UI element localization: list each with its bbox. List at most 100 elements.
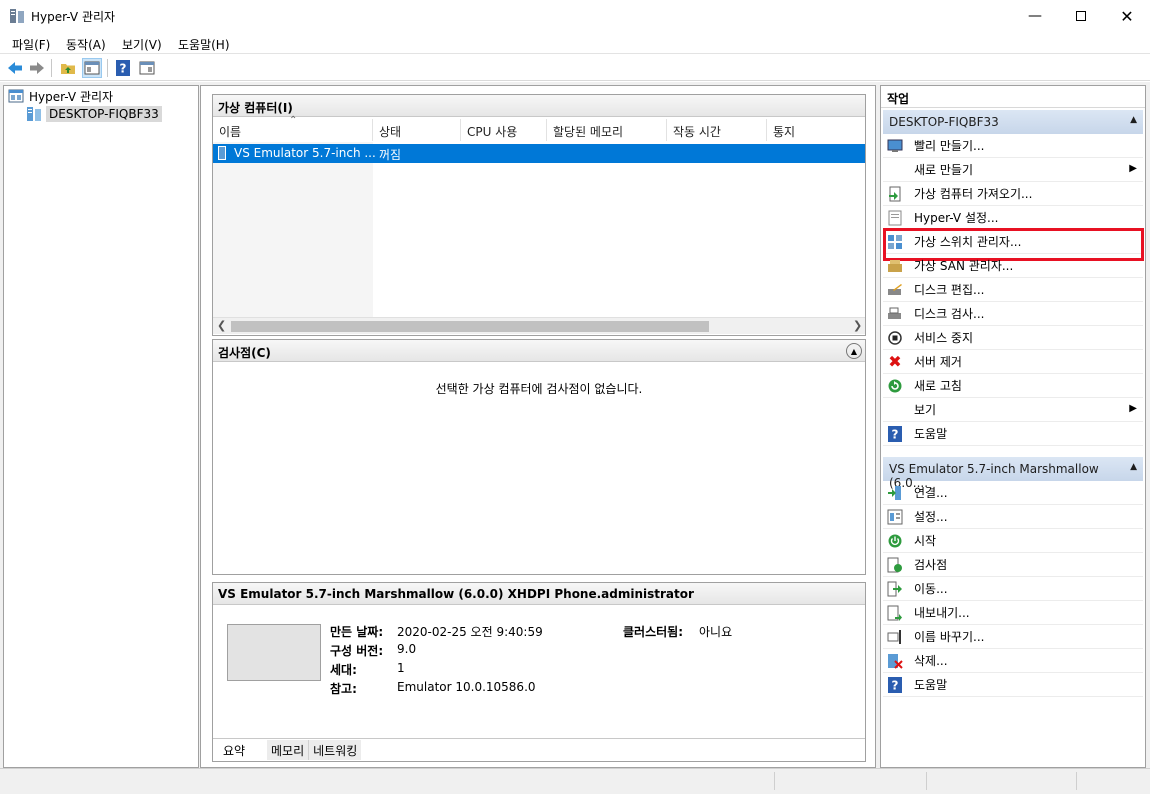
remove-server-icon: ✖ [888, 352, 902, 371]
action-hyperv-settings[interactable]: Hyper-V 설정... [883, 206, 1143, 230]
settings-icon [887, 210, 903, 226]
help-icon: ? [116, 60, 130, 76]
tree-host-label: DESKTOP-FIQBF33 [46, 106, 162, 122]
menu-file[interactable]: 파일(F) [12, 36, 50, 53]
action-label: 이름 바꾸기... [914, 630, 985, 644]
vm-action-group[interactable]: VS Emulator 5.7-inch Marshmallow (6.0...… [883, 457, 1143, 490]
action-view[interactable]: 보기 ▶ [883, 398, 1143, 422]
tree-root-label: Hyper-V 관리자 [29, 89, 114, 104]
created-label: 만든 날짜: [330, 625, 384, 639]
action-label: 내보내기... [914, 606, 970, 620]
window-title: Hyper-V 관리자 [31, 10, 116, 24]
hyperv-manager-icon [8, 89, 24, 103]
action-label: 삭제... [914, 654, 948, 668]
action-label: 도움말 [914, 427, 948, 441]
action-inspect-disk[interactable]: 디스크 검사... [883, 302, 1143, 326]
action-help[interactable]: ? 도움말 [883, 422, 1143, 446]
collapse-button[interactable]: ▲ [846, 343, 862, 359]
forward-button[interactable] [27, 58, 47, 78]
action-export[interactable]: 내보내기... [883, 601, 1143, 625]
hyperv-app-icon [10, 9, 24, 23]
quick-create-icon [887, 138, 903, 154]
help-icon: ? [887, 676, 903, 693]
action-label: 연결... [914, 486, 948, 500]
action-move[interactable]: 이동... [883, 577, 1143, 601]
disk-inspect-icon [887, 306, 903, 322]
scroll-right-icon[interactable]: ❯ [853, 319, 862, 332]
submenu-arrow-icon: ▶ [1129, 163, 1137, 174]
col-status[interactable]: 통지 [767, 119, 865, 141]
rename-icon [887, 629, 903, 645]
show-hide-tree-button[interactable] [82, 58, 102, 78]
back-button[interactable] [5, 58, 25, 78]
action-edit-disk[interactable]: 디스크 편집... [883, 278, 1143, 302]
col-memory[interactable]: 할당된 메모리 [547, 119, 667, 141]
disk-edit-icon [887, 282, 903, 298]
tab-networking[interactable]: 네트워킹 [309, 740, 362, 760]
action-quick-create[interactable]: 빨리 만들기... [883, 134, 1143, 158]
action-connect[interactable]: 연결... [883, 481, 1143, 505]
action-label: 검사점 [914, 558, 948, 572]
stop-service-icon [887, 330, 903, 346]
group-collapse-icon: ▲ [1130, 462, 1137, 472]
vm-thumbnail [227, 624, 321, 681]
blank-icon [887, 162, 903, 178]
san-manager-icon [887, 258, 903, 274]
tree-root[interactable]: Hyper-V 관리자 [8, 87, 113, 105]
checkpoint-section-title: 검사점(C) [213, 340, 865, 362]
action-vm-settings[interactable]: 설정... [883, 505, 1143, 529]
tree-host-node[interactable]: DESKTOP-FIQBF33 [26, 105, 162, 123]
action-import-vm[interactable]: 가상 컴퓨터 가져오기... [883, 182, 1143, 206]
created-value: 2020-02-25 오전 9:40:59 [397, 625, 543, 639]
action-pane-icon [139, 61, 155, 75]
action-delete[interactable]: 삭제... [883, 649, 1143, 673]
action-checkpoint[interactable]: 검사점 [883, 553, 1143, 577]
col-uptime[interactable]: 작동 시간 [667, 119, 767, 141]
tab-memory[interactable]: 메모리 [267, 740, 310, 760]
scrollbar-thumb[interactable] [231, 321, 709, 332]
close-button[interactable]: ✕ [1104, 0, 1150, 32]
vm-section-title: 가상 컴퓨터(I) [213, 95, 865, 117]
minimize-button[interactable]: — [1012, 0, 1058, 32]
collapse-up-icon: ▲ [850, 346, 858, 356]
action-label: 서버 제거 [914, 355, 962, 369]
col-state[interactable]: 상태 [373, 119, 461, 141]
action-remove-server[interactable]: ✖ 서버 제거 [883, 350, 1143, 374]
generation-label: 세대: [330, 663, 357, 677]
vm-row[interactable]: VS Emulator 5.7-inch ... 꺼짐 [213, 144, 865, 163]
close-icon: ✕ [1120, 6, 1134, 26]
action-label: 가상 SAN 관리자... [914, 259, 1014, 273]
help-toolbar-button[interactable]: ? [113, 58, 133, 78]
scroll-left-icon[interactable]: ❮ [217, 319, 226, 332]
action-label: 디스크 편집... [914, 283, 985, 297]
checkpoint-icon [887, 557, 903, 573]
action-start[interactable]: 시작 [883, 529, 1143, 553]
action-pane-toggle-button[interactable] [137, 58, 157, 78]
horizontal-scrollbar[interactable]: ❮ ❯ [213, 317, 865, 334]
refresh-icon [887, 378, 903, 394]
toolbar-separator [51, 59, 52, 77]
action-label: 새로 만들기 [914, 163, 974, 177]
menu-view[interactable]: 보기(V) [122, 36, 162, 53]
vm-settings-icon [887, 509, 903, 525]
action-stop-service[interactable]: 서비스 중지 [883, 326, 1143, 350]
menu-help[interactable]: 도움말(H) [178, 36, 230, 53]
host-action-group[interactable]: DESKTOP-FIQBF33 ▲ [883, 110, 1143, 134]
svg-text:?: ? [120, 62, 127, 76]
action-virtual-san-manager[interactable]: 가상 SAN 관리자... [883, 254, 1143, 278]
col-cpu[interactable]: CPU 사용 [461, 119, 547, 141]
menu-action[interactable]: 동작(A) [66, 36, 106, 53]
minimize-icon: — [1028, 8, 1042, 24]
help-icon: ? [887, 425, 903, 442]
action-refresh[interactable]: 새로 고침 [883, 374, 1143, 398]
up-folder-button[interactable] [58, 58, 78, 78]
toolbar: ? [0, 55, 1150, 81]
menu-bar: 파일(F) 동작(A) 보기(V) 도움말(H) [0, 32, 1150, 54]
vm-icon [218, 146, 226, 160]
maximize-button[interactable] [1058, 0, 1104, 32]
action-vm-help[interactable]: ? 도움말 [883, 673, 1143, 697]
action-label: 시작 [914, 534, 937, 548]
action-new[interactable]: 새로 만들기 ▶ [883, 158, 1143, 182]
tab-summary[interactable]: 요약 [217, 740, 267, 760]
action-rename[interactable]: 이름 바꾸기... [883, 625, 1143, 649]
